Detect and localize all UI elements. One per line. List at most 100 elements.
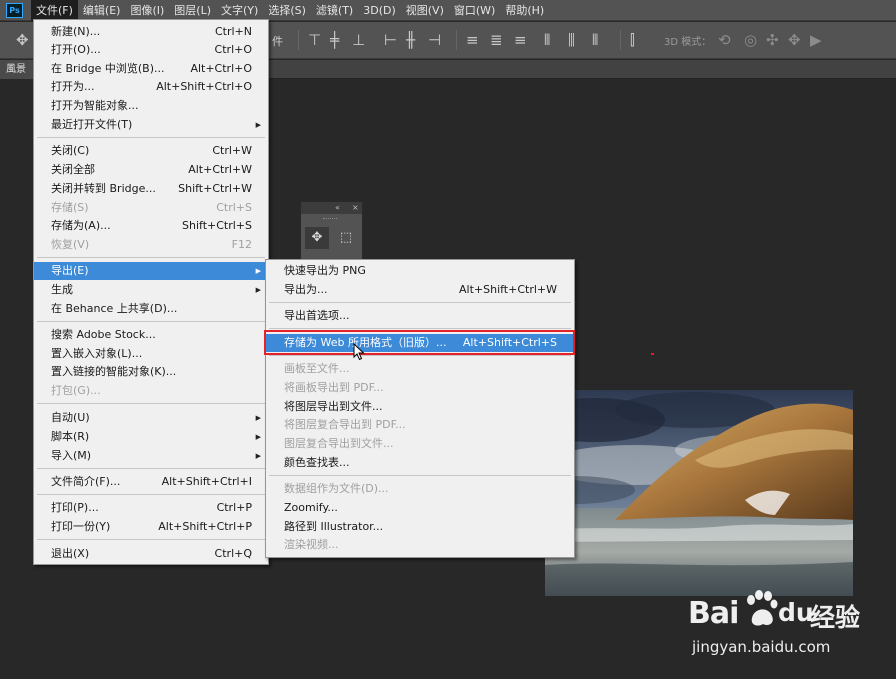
menu-item-scripts[interactable]: 脚本(R) ▶ xyxy=(34,428,268,446)
menu-item-open-as-smart-object[interactable]: 打开为智能对象... xyxy=(34,97,268,115)
menu-layer[interactable]: 图层(L) xyxy=(169,0,216,21)
file-menu: 新建(N)... Ctrl+N 打开(O)... Ctrl+O 在 Bridge 中… xyxy=(33,19,269,565)
menu-item-close[interactable]: 关闭(C) Ctrl+W xyxy=(34,142,268,160)
3d-rotate-icon[interactable]: ⟲ xyxy=(718,31,731,49)
menu-image[interactable]: 图像(I) xyxy=(125,0,169,21)
menu-item-color-lookup-tables[interactable]: 颜色查找表... xyxy=(266,454,574,472)
distribute-vertical-center-icon[interactable]: ≣ xyxy=(490,31,503,49)
menu-item-open-as[interactable]: 打开为... Alt+Shift+Ctrl+O xyxy=(34,78,268,96)
align-bottom-icon[interactable]: ⊥ xyxy=(352,31,365,49)
menu-item-save: 存储(S) Ctrl+S xyxy=(51,201,252,214)
align-right-icon[interactable]: ⊣ xyxy=(428,31,441,49)
document-tab[interactable]: 風景 xyxy=(0,60,36,79)
menu-item-export-as[interactable]: 导出为... Alt+Shift+Ctrl+W xyxy=(266,281,574,299)
close-icon[interactable]: × xyxy=(352,202,359,214)
3d-drag-icon[interactable]: ✣ xyxy=(766,31,779,49)
canvas-marker xyxy=(651,353,654,355)
menu-item-render-video: 渲染视频... xyxy=(284,538,339,551)
menu-item-file-info[interactable]: 文件简介(F)... Alt+Shift+Ctrl+I xyxy=(34,473,268,491)
menu-item-open[interactable]: 打开(O)... Ctrl+O xyxy=(34,41,268,59)
submenu-arrow-icon: ▶ xyxy=(255,414,261,422)
menu-item-package: 打包(G)... xyxy=(51,384,101,397)
baidu-jingyan-watermark: Bai du 经验 jingyan.baidu.com xyxy=(688,590,888,670)
menu-window[interactable]: 窗口(W) xyxy=(449,0,500,21)
menu-item-print[interactable]: 打印(P)... Ctrl+P xyxy=(34,499,268,517)
menu-separator xyxy=(37,494,265,495)
menu-item-layers-to-files[interactable]: 将图层导出到文件... xyxy=(266,398,574,416)
document-image[interactable] xyxy=(545,390,853,596)
distribute-bottom-icon[interactable]: ≡ xyxy=(514,31,527,49)
menu-file[interactable]: 文件(F) xyxy=(31,0,78,21)
mouse-cursor-icon xyxy=(353,343,365,361)
menu-help[interactable]: 帮助(H) xyxy=(500,0,549,21)
menu-item-export-preferences[interactable]: 导出首选项... xyxy=(266,307,574,325)
menu-item-revert: 恢复(V) F12 xyxy=(51,238,252,251)
distribute-top-icon[interactable]: ≡ xyxy=(466,31,479,49)
menu-item-share-on-behance[interactable]: 在 Behance 上共享(D)... xyxy=(34,300,268,318)
menu-separator xyxy=(269,355,571,356)
options-divider xyxy=(298,30,299,50)
marquee-tool-icon[interactable]: ⬚ xyxy=(334,227,358,249)
menu-view[interactable]: 视图(V) xyxy=(401,0,449,21)
menu-item-generate[interactable]: 生成 ▶ xyxy=(34,281,268,299)
menu-item-import[interactable]: 导入(M) ▶ xyxy=(34,447,268,465)
menu-item-automate[interactable]: 自动(U) ▶ xyxy=(34,409,268,427)
options-divider xyxy=(456,30,457,50)
menu-3d[interactable]: 3D(D) xyxy=(358,0,401,21)
menu-item-open-recent[interactable]: 最近打开文件(T) ▶ xyxy=(34,116,268,134)
menu-item-close-all[interactable]: 关闭全部 Alt+Ctrl+W xyxy=(34,161,268,179)
options-divider xyxy=(620,30,621,50)
collapse-icon[interactable]: « xyxy=(335,202,340,214)
menu-bar: Ps 文件(F) 编辑(E) 图像(I) 图层(L) 文字(Y) 选择(S) 滤… xyxy=(0,0,896,21)
tools-panel-header[interactable]: « × xyxy=(301,202,362,214)
submenu-arrow-icon: ▶ xyxy=(255,286,261,294)
menu-edit[interactable]: 编辑(E) xyxy=(78,0,126,21)
3d-camera-icon[interactable]: ▶ xyxy=(810,31,822,49)
align-horizontal-center-icon[interactable]: ╫ xyxy=(406,31,415,49)
align-left-icon[interactable]: ⊢ xyxy=(384,31,397,49)
menu-item-search-adobe-stock[interactable]: 搜索 Adobe Stock... xyxy=(34,326,268,344)
menu-separator xyxy=(37,539,265,540)
menu-item-zoomify[interactable]: Zoomify... xyxy=(266,499,574,517)
menu-item-new[interactable]: 新建(N)... Ctrl+N xyxy=(34,23,268,41)
menu-item-print-one-copy[interactable]: 打印一份(Y) Alt+Shift+Ctrl+P xyxy=(34,518,268,536)
menu-item-browse-in-bridge[interactable]: 在 Bridge 中浏览(B)... Alt+Ctrl+O xyxy=(34,60,268,78)
panel-grip[interactable] xyxy=(301,214,362,224)
menu-type[interactable]: 文字(Y) xyxy=(216,0,263,21)
menu-item-exit[interactable]: 退出(X) Ctrl+Q xyxy=(34,545,268,563)
menu-item-close-and-go-to-bridge[interactable]: 关闭并转到 Bridge... Shift+Ctrl+W xyxy=(34,180,268,198)
menu-item-export[interactable]: 导出(E) ▶ xyxy=(34,262,268,280)
3d-slide-icon[interactable]: ✥ xyxy=(788,31,801,49)
distribute-right-icon[interactable]: ⫴ xyxy=(592,31,598,49)
photoshop-logo-icon: Ps xyxy=(6,2,23,18)
menu-separator xyxy=(269,302,571,303)
menu-item-data-sets-as-files: 数据组作为文件(D)... xyxy=(284,482,389,495)
menu-separator xyxy=(37,468,265,469)
align-top-icon[interactable]: ⊤ xyxy=(308,31,321,49)
watermark-product: 经验 xyxy=(810,603,861,632)
menu-item-quick-export-png[interactable]: 快速导出为 PNG xyxy=(266,262,574,280)
annotation-highlight-box xyxy=(264,330,575,355)
submenu-arrow-icon: ▶ xyxy=(255,267,261,275)
menu-separator xyxy=(37,257,265,258)
3d-roll-icon[interactable]: ◎ xyxy=(744,31,757,49)
menu-item-place-embedded[interactable]: 置入嵌入对象(L)... xyxy=(34,345,268,363)
menu-filter[interactable]: 滤镜(T) xyxy=(311,0,358,21)
tools-panel: « × ✥ ⬚ xyxy=(300,201,363,264)
watermark-brand: Bai xyxy=(688,596,739,631)
move-tool-icon[interactable]: ✥ xyxy=(16,31,29,49)
menu-select[interactable]: 选择(S) xyxy=(263,0,311,21)
menu-item-paths-to-illustrator[interactable]: 路径到 Illustrator... xyxy=(266,518,574,536)
align-vertical-center-icon[interactable]: ╪ xyxy=(330,31,339,49)
3d-mode-label: 3D 模式： xyxy=(664,37,712,48)
submenu-arrow-icon: ▶ xyxy=(255,121,261,129)
menu-item-save-as[interactable]: 存储为(A)... Shift+Ctrl+S xyxy=(34,217,268,235)
distribute-left-icon[interactable]: ⫴ xyxy=(544,31,550,49)
auto-align-icon[interactable]: ⫿ xyxy=(630,31,635,49)
menu-separator xyxy=(269,475,571,476)
export-submenu: 快速导出为 PNG 导出为... Alt+Shift+Ctrl+W 导出首选项..… xyxy=(265,259,575,558)
menu-separator xyxy=(37,321,265,322)
move-tool-icon[interactable]: ✥ xyxy=(305,227,329,249)
distribute-horizontal-center-icon[interactable]: ⫼ xyxy=(568,31,575,49)
menu-item-place-linked[interactable]: 置入链接的智能对象(K)... xyxy=(34,363,268,381)
